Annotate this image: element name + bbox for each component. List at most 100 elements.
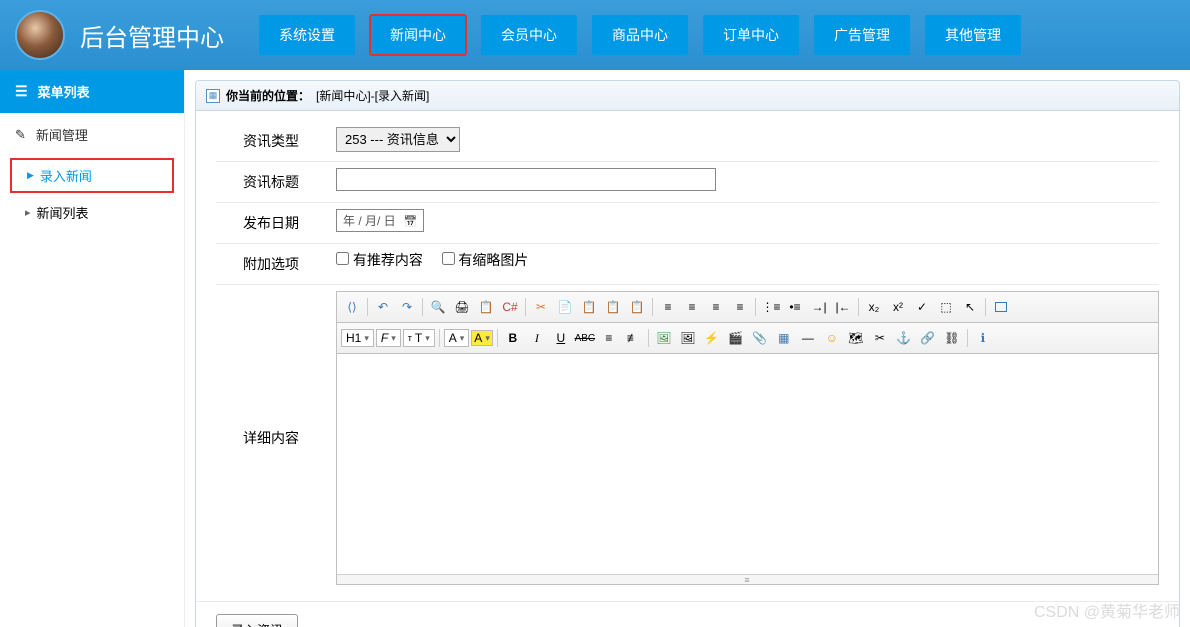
- paste-icon[interactable]: 📋: [578, 296, 600, 318]
- row-title: 资讯标题: [216, 162, 1159, 203]
- breadcrumb-path: [新闻中心]-[录入新闻]: [316, 87, 429, 104]
- unlink-icon[interactable]: ⛓: [941, 327, 963, 349]
- nav-other-management[interactable]: 其他管理: [925, 15, 1021, 55]
- content-label: 详细内容: [216, 424, 326, 452]
- emoji-icon[interactable]: ☺: [821, 327, 843, 349]
- nav-system-settings[interactable]: 系统设置: [259, 15, 355, 55]
- content-area: ▦ 你当前的位置： [新闻中心]-[录入新闻] 资讯类型 253 --- 资讯信…: [185, 70, 1190, 627]
- bold-icon[interactable]: B: [502, 327, 524, 349]
- row-type: 资讯类型 253 --- 资讯信息: [216, 121, 1159, 162]
- toolbar-separator: [755, 298, 756, 316]
- font-size-select[interactable]: тT: [403, 329, 435, 347]
- paste-text-icon[interactable]: 📋: [602, 296, 624, 318]
- nav-news-center[interactable]: 新闻中心: [370, 15, 466, 55]
- row-options: 附加选项 有推荐内容 有缩略图片: [216, 244, 1159, 285]
- source-icon[interactable]: ⟨⟩: [341, 296, 363, 318]
- checkbox-recommend-label[interactable]: 有推荐内容: [336, 252, 423, 268]
- editor-body[interactable]: [337, 354, 1158, 574]
- file-icon[interactable]: 📎: [749, 327, 771, 349]
- checkbox-thumbnail-label[interactable]: 有缩略图片: [442, 252, 529, 268]
- align-right-icon[interactable]: ≡: [705, 296, 727, 318]
- baidu-map-icon[interactable]: 🗺: [845, 327, 867, 349]
- clear-format-icon[interactable]: ✓: [911, 296, 933, 318]
- row-content: 详细内容 ⟨⟩ ↶ ↷ 🔍 🖨 📋: [216, 285, 1159, 591]
- copy-icon[interactable]: 📄: [554, 296, 576, 318]
- nav-member-center[interactable]: 会员中心: [481, 15, 577, 55]
- multi-image-icon[interactable]: 🖼: [677, 327, 699, 349]
- highlight-color-select[interactable]: A: [471, 330, 493, 346]
- align-center-icon[interactable]: ≡: [681, 296, 703, 318]
- hr-icon[interactable]: —: [797, 327, 819, 349]
- code-icon[interactable]: C#: [499, 296, 521, 318]
- toolbar-separator: [967, 329, 968, 347]
- submit-button[interactable]: 录入资讯: [216, 614, 298, 627]
- link-icon[interactable]: 🔗: [917, 327, 939, 349]
- checkbox-thumbnail[interactable]: [442, 252, 455, 265]
- nav-product-center[interactable]: 商品中心: [592, 15, 688, 55]
- italic-icon[interactable]: I: [526, 327, 548, 349]
- strikethrough-icon[interactable]: ABC: [574, 327, 596, 349]
- list-bullet-icon[interactable]: •≡: [784, 296, 806, 318]
- form-area: 资讯类型 253 --- 资讯信息 资讯标题 发布日期: [196, 111, 1179, 601]
- sidebar-item-news-list[interactable]: 新闻列表: [0, 195, 184, 230]
- editor-resize-handle[interactable]: [337, 574, 1158, 584]
- sidebar-section-news[interactable]: 新闻管理: [0, 113, 184, 156]
- toolbar-separator: [367, 298, 368, 316]
- sidebar-item-label: 录入新闻: [40, 166, 92, 185]
- toolbar-separator: [439, 329, 440, 347]
- sidebar-item-label: 新闻列表: [37, 203, 89, 222]
- line-height-icon[interactable]: ≡: [598, 327, 620, 349]
- sidebar: 菜单列表 新闻管理 录入新闻 新闻列表: [0, 70, 185, 627]
- subscript-icon[interactable]: x₂: [863, 296, 885, 318]
- indent-icon[interactable]: →|: [808, 296, 830, 318]
- redo-icon[interactable]: ↷: [396, 296, 418, 318]
- sidebar-item-add-news[interactable]: 录入新闻: [10, 158, 174, 193]
- nav-order-center[interactable]: 订单中心: [703, 15, 799, 55]
- toolbar-separator: [648, 329, 649, 347]
- preview-icon[interactable]: 🔍: [427, 296, 449, 318]
- list-ordered-icon[interactable]: ⋮≡: [760, 296, 782, 318]
- menu-list-header: 菜单列表: [0, 70, 184, 113]
- undo-icon[interactable]: ↶: [372, 296, 394, 318]
- select-all-icon[interactable]: ⬚: [935, 296, 957, 318]
- outdent-icon[interactable]: |←: [832, 296, 854, 318]
- pagebreak-icon[interactable]: ✂: [869, 327, 891, 349]
- toolbar-separator: [858, 298, 859, 316]
- superscript-icon[interactable]: x²: [887, 296, 909, 318]
- breadcrumb-label: 你当前的位置：: [226, 87, 310, 104]
- breadcrumb: ▦ 你当前的位置： [新闻中心]-[录入新闻]: [196, 81, 1179, 111]
- media-icon[interactable]: 🎬: [725, 327, 747, 349]
- cut-icon[interactable]: ✂: [530, 296, 552, 318]
- table-icon[interactable]: ▦: [773, 327, 795, 349]
- align-left-icon[interactable]: ≡: [657, 296, 679, 318]
- rich-text-editor: ⟨⟩ ↶ ↷ 🔍 🖨 📋 C# ✂: [336, 291, 1159, 585]
- checkbox-recommend[interactable]: [336, 252, 349, 265]
- remove-format-icon[interactable]: ≢: [622, 327, 644, 349]
- font-family-select[interactable]: F: [376, 329, 401, 347]
- calendar-icon: [404, 214, 418, 228]
- toolbar-separator: [422, 298, 423, 316]
- cursor-icon[interactable]: ↖: [959, 296, 981, 318]
- toolbar-separator: [525, 298, 526, 316]
- flash-icon[interactable]: ⚡: [701, 327, 723, 349]
- type-select[interactable]: 253 --- 资讯信息: [336, 127, 460, 152]
- app-header: 后台管理中心 系统设置 新闻中心 会员中心 商品中心 订单中心 广告管理 其他管…: [0, 0, 1190, 70]
- print-icon[interactable]: 🖨: [451, 296, 473, 318]
- avatar[interactable]: [15, 10, 65, 60]
- section-label: 新闻管理: [36, 125, 88, 144]
- about-icon[interactable]: ℹ: [972, 327, 994, 349]
- align-justify-icon[interactable]: ≡: [729, 296, 751, 318]
- nav-ad-management[interactable]: 广告管理: [814, 15, 910, 55]
- image-icon[interactable]: 🖼: [653, 327, 675, 349]
- toolbar-separator: [985, 298, 986, 316]
- title-input[interactable]: [336, 168, 716, 191]
- paste-word-icon[interactable]: 📋: [626, 296, 648, 318]
- menu-header-label: 菜单列表: [38, 82, 90, 101]
- heading-select[interactable]: H1: [341, 329, 374, 347]
- anchor-icon[interactable]: ⚓: [893, 327, 915, 349]
- font-color-select[interactable]: A: [444, 329, 470, 347]
- fullscreen-icon[interactable]: [990, 296, 1012, 318]
- underline-icon[interactable]: U: [550, 327, 572, 349]
- template-icon[interactable]: 📋: [475, 296, 497, 318]
- date-input[interactable]: 年 / 月/ 日: [336, 209, 424, 232]
